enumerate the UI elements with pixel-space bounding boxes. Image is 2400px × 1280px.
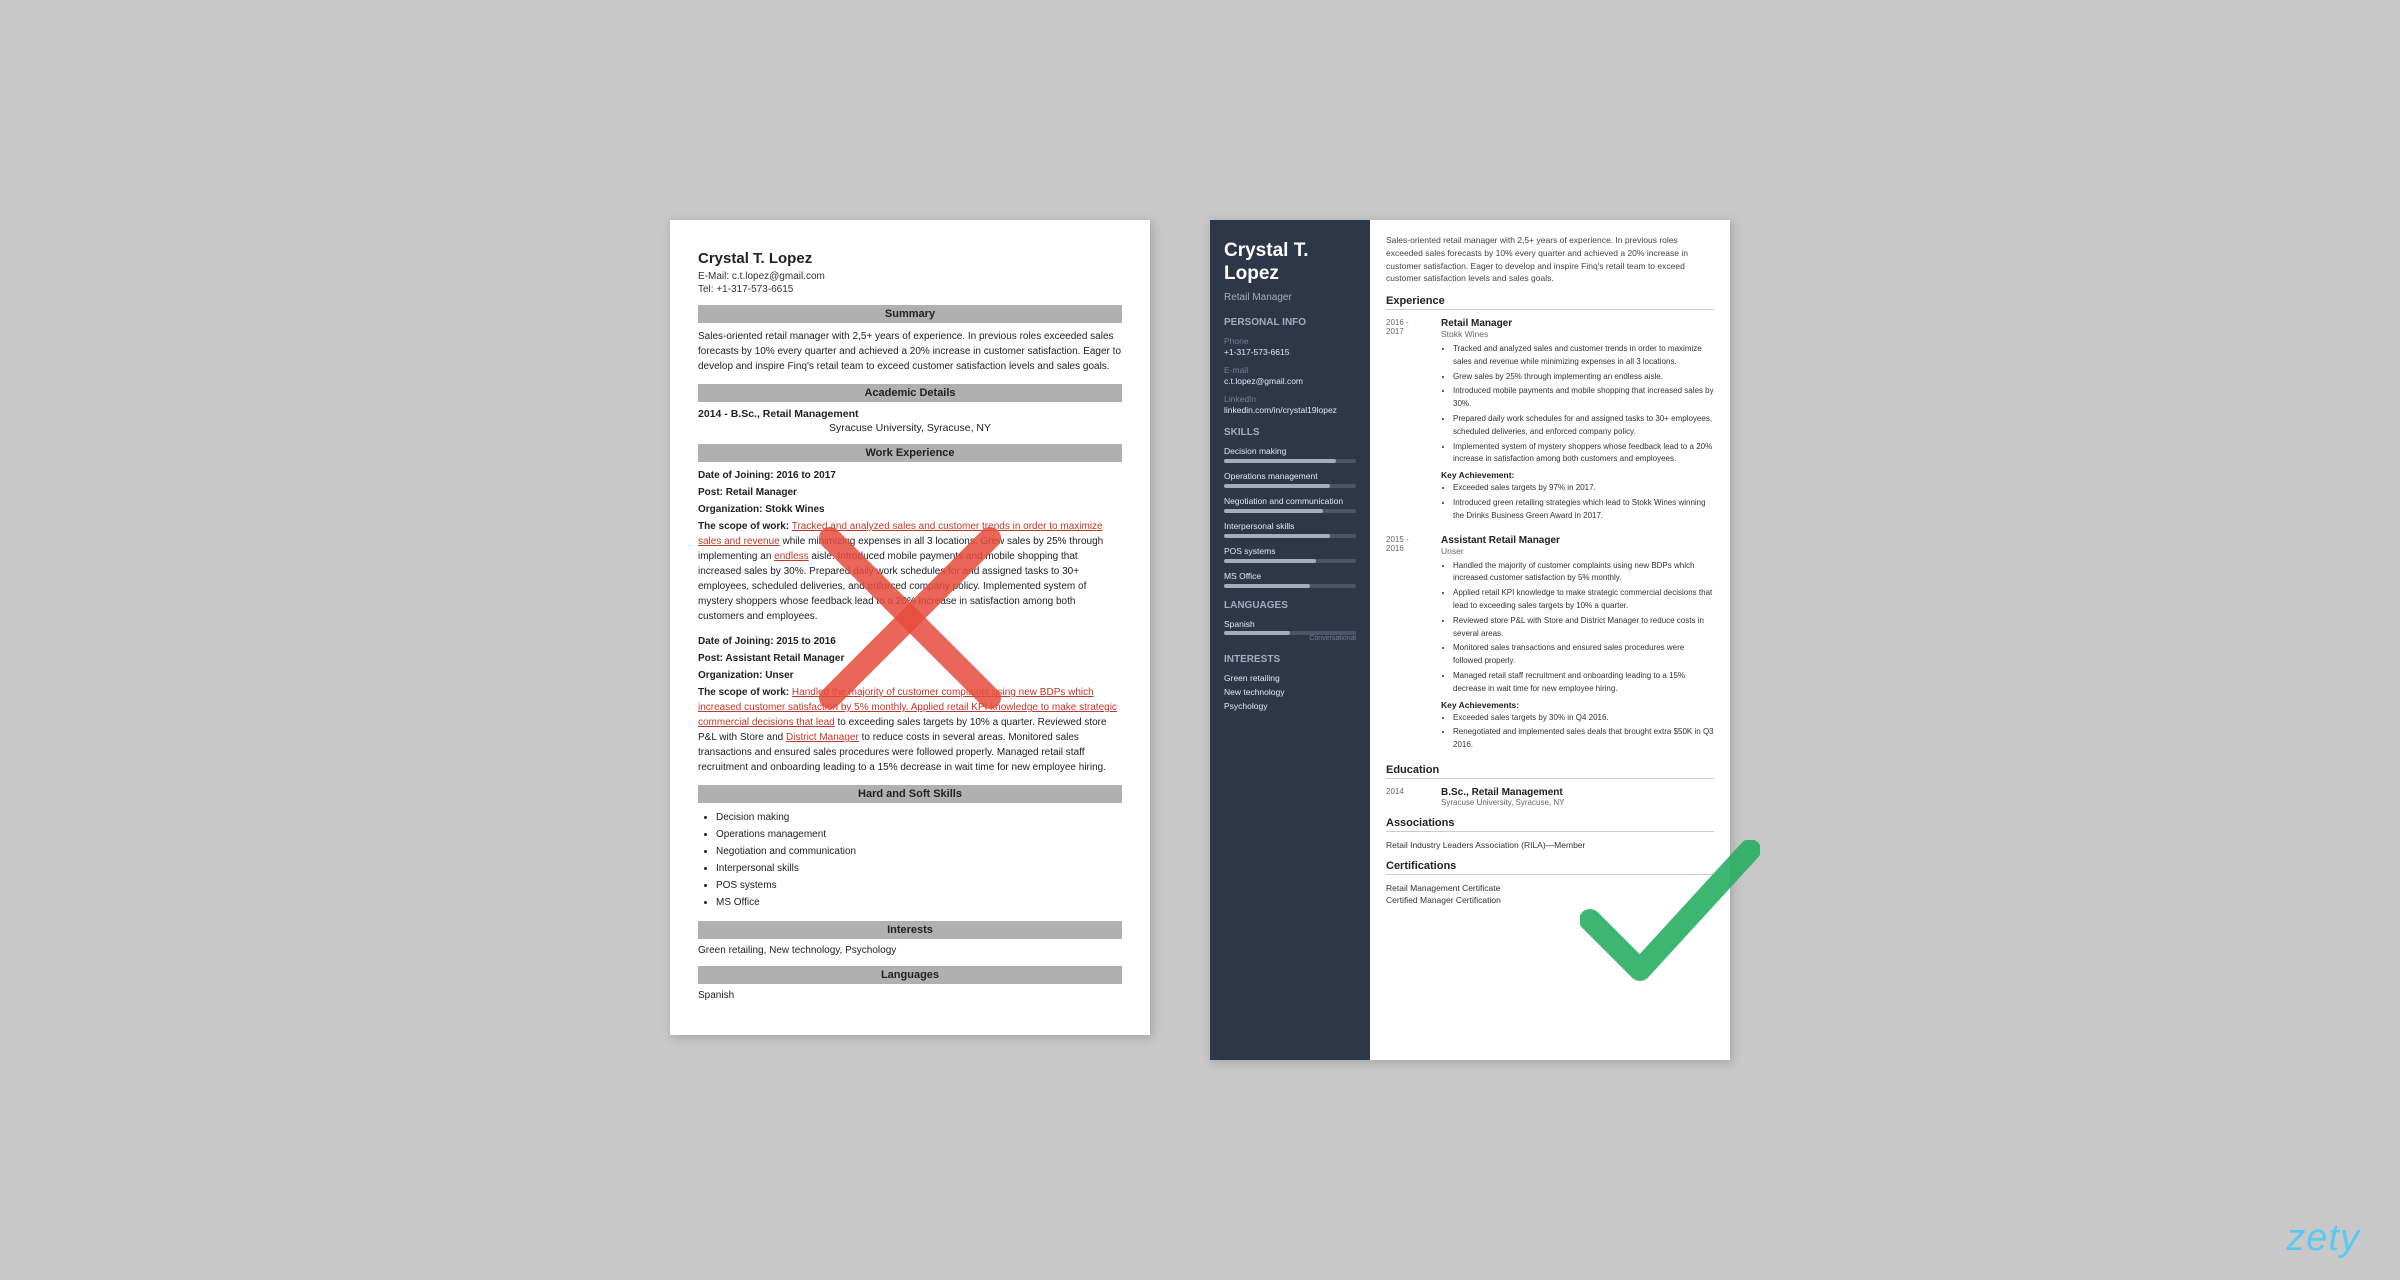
- skill-3: Negotiation and communication: [1224, 496, 1356, 513]
- right-sidebar: Crystal T. Lopez Retail Manager Personal…: [1210, 220, 1370, 1060]
- left-job2-dates: Date of Joining: 2015 to 2016: [698, 636, 836, 647]
- education-section-title: Education: [1386, 764, 1714, 779]
- skill-6: MS Office: [1224, 571, 1356, 588]
- left-school: Syracuse University, Syracuse, NY: [698, 422, 1122, 434]
- sidebar-languages-title: Languages: [1224, 600, 1356, 611]
- left-job1-org: Organization: Stokk Wines: [698, 504, 825, 515]
- left-degree: 2014 - B.Sc., Retail Management: [698, 408, 1122, 420]
- phone-label: Phone: [1224, 336, 1356, 346]
- zety-logo: zety: [2286, 1217, 2360, 1260]
- resume-right: Crystal T. Lopez Retail Manager Personal…: [1210, 220, 1730, 1060]
- left-skills-header: Hard and Soft Skills: [698, 785, 1122, 803]
- email-label: E-mail: [1224, 365, 1356, 375]
- right-name: Crystal T. Lopez: [1224, 240, 1356, 286]
- left-lang-text: Spanish: [698, 990, 1122, 1001]
- left-job1-scope: The scope of work: Tracked and analyzed …: [698, 519, 1122, 624]
- interest-3: Psychology: [1224, 701, 1356, 711]
- cert-1: Retail Management Certificate: [1386, 883, 1714, 893]
- exp2-bullets: Handled the majority of customer complai…: [1441, 560, 1714, 696]
- left-skill-5: POS systems: [716, 877, 1122, 894]
- sidebar-interests-title: Interests: [1224, 654, 1356, 665]
- left-interests-header: Interests: [698, 921, 1122, 939]
- exp1-bullets: Tracked and analyzed sales and customer …: [1441, 343, 1714, 466]
- left-skill-2: Operations management: [716, 826, 1122, 843]
- edu-details: B.Sc., Retail Management Syracuse Univer…: [1441, 787, 1564, 807]
- left-job1-post: Post: Retail Manager: [698, 487, 797, 498]
- interest-1: Green retailing: [1224, 673, 1356, 683]
- left-tel: Tel: +1-317-573-6615: [698, 284, 1122, 295]
- left-skill-1: Decision making: [716, 809, 1122, 826]
- exp-block-2: 2015 - 2016 Assistant Retail Manager Uns…: [1386, 535, 1714, 754]
- exp2-dates: 2015 - 2016: [1386, 535, 1431, 754]
- interest-2: New technology: [1224, 687, 1356, 697]
- edu-block-1: 2014 B.Sc., Retail Management Syracuse U…: [1386, 787, 1714, 807]
- right-title: Retail Manager: [1224, 292, 1356, 303]
- linkedin-value: linkedin.com/in/crystal19lopez: [1224, 405, 1356, 415]
- exp1-key-achievements: Exceeded sales targets by 97% in 2017. I…: [1441, 482, 1714, 522]
- left-job2-scope: The scope of work: Handled the majority …: [698, 685, 1122, 775]
- left-email: E-Mail: c.t.lopez@gmail.com: [698, 271, 1122, 282]
- experience-section-title: Experience: [1386, 295, 1714, 310]
- left-summary-header: Summary: [698, 305, 1122, 323]
- left-skills-list: Decision making Operations management Ne…: [698, 809, 1122, 911]
- left-skill-6: MS Office: [716, 894, 1122, 911]
- page-container: Crystal T. Lopez E-Mail: c.t.lopez@gmail…: [630, 180, 1770, 1100]
- left-academic-header: Academic Details: [698, 384, 1122, 402]
- left-work-header: Work Experience: [698, 444, 1122, 462]
- lang-spanish: Spanish Conversational: [1224, 619, 1356, 642]
- skill-5: POS systems: [1224, 546, 1356, 563]
- resume-left: Crystal T. Lopez E-Mail: c.t.lopez@gmail…: [670, 220, 1150, 1035]
- exp1-details: Retail Manager Stokk Wines Tracked and a…: [1441, 318, 1714, 525]
- phone-value: +1-317-573-6615: [1224, 347, 1356, 357]
- right-summary: Sales-oriented retail manager with 2,5+ …: [1386, 234, 1714, 285]
- exp-block-1: 2016 - 2017 Retail Manager Stokk Wines T…: [1386, 318, 1714, 525]
- assoc-1: Retail Industry Leaders Association (RIL…: [1386, 840, 1714, 850]
- left-summary-text: Sales-oriented retail manager with 2,5+ …: [698, 329, 1122, 374]
- email-value: c.t.lopez@gmail.com: [1224, 376, 1356, 386]
- left-job1-dates: Date of Joining: 2016 to 2017: [698, 470, 836, 481]
- cert-2: Certified Manager Certification: [1386, 895, 1714, 905]
- exp2-details: Assistant Retail Manager Unser Handled t…: [1441, 535, 1714, 754]
- skill-2: Operations management: [1224, 471, 1356, 488]
- linkedin-label: LinkedIn: [1224, 394, 1356, 404]
- left-lang-header: Languages: [698, 966, 1122, 984]
- sidebar-skills-title: Skills: [1224, 427, 1356, 438]
- left-job-1: Date of Joining: 2016 to 2017 Post: Reta…: [698, 468, 1122, 624]
- exp1-dates: 2016 - 2017: [1386, 318, 1431, 525]
- skill-4: Interpersonal skills: [1224, 521, 1356, 538]
- left-job-2: Date of Joining: 2015 to 2016 Post: Assi…: [698, 634, 1122, 775]
- right-main-content: Sales-oriented retail manager with 2,5+ …: [1370, 220, 1730, 1060]
- left-job2-org: Organization: Unser: [698, 670, 794, 681]
- left-interests-text: Green retailing, New technology, Psychol…: [698, 945, 1122, 956]
- skill-1: Decision making: [1224, 446, 1356, 463]
- exp2-key-achievements: Exceeded sales targets by 30% in Q4 2016…: [1441, 712, 1714, 752]
- left-skill-4: Interpersonal skills: [716, 860, 1122, 877]
- left-skill-3: Negotiation and communication: [716, 843, 1122, 860]
- sidebar-personal-title: Personal Info: [1224, 317, 1356, 328]
- left-name: Crystal T. Lopez: [698, 250, 1122, 267]
- associations-title: Associations: [1386, 817, 1714, 832]
- certifications-title: Certifications: [1386, 860, 1714, 875]
- left-job2-post: Post: Assistant Retail Manager: [698, 653, 844, 664]
